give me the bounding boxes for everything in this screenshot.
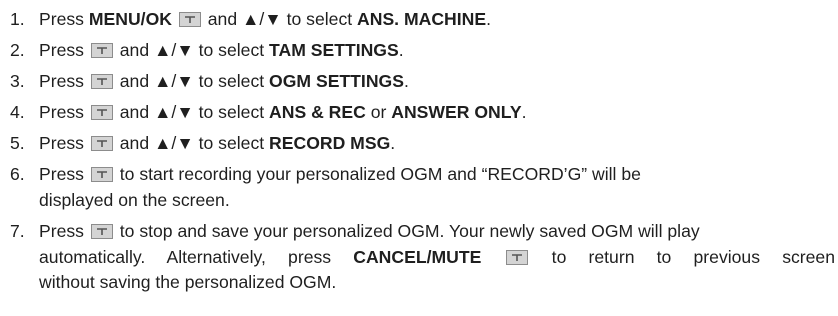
step-number: 6. bbox=[10, 164, 25, 184]
menu-key-icon bbox=[90, 224, 113, 239]
menu-key-icon bbox=[178, 12, 201, 27]
step-text: Press and ▲/▼ to select OGM SETTINGS. bbox=[39, 71, 409, 91]
step-number: 2. bbox=[10, 40, 25, 60]
step-text: Press and ▲/▼ to select TAM SETTINGS. bbox=[39, 40, 404, 60]
menu-option: ANSWER ONLY bbox=[391, 102, 522, 122]
step-text-line-3: without saving the personalized OGM. bbox=[39, 272, 337, 292]
cancel-key-icon bbox=[505, 249, 528, 265]
menu-option: OGM SETTINGS bbox=[269, 71, 404, 91]
step-text-line-1: Press to start recording your personaliz… bbox=[39, 164, 641, 184]
up-down-arrows-icon: ▲/▼ bbox=[154, 133, 194, 153]
up-down-arrows-icon: ▲/▼ bbox=[154, 71, 194, 91]
menu-key-icon bbox=[90, 136, 113, 151]
step-number: 5. bbox=[10, 133, 25, 153]
step-number: 3. bbox=[10, 71, 25, 91]
step-text-line-2: automatically. Alternatively, press CANC… bbox=[39, 246, 836, 267]
menu-key-icon bbox=[90, 167, 113, 182]
menu-option: RECORD MSG bbox=[269, 133, 391, 153]
step-text: Press and ▲/▼ to select RECORD MSG. bbox=[39, 133, 396, 153]
key-name: CANCEL/MUTE bbox=[353, 246, 482, 267]
step-text-line-1: Press to stop and save your personalized… bbox=[39, 221, 700, 241]
up-down-arrows-icon: ▲/▼ bbox=[154, 102, 194, 122]
instruction-list: 1. Press MENU/OK and ▲/▼ to select ANS. … bbox=[0, 0, 838, 316]
step-text-line-2: displayed on the screen. bbox=[39, 189, 230, 210]
menu-key-icon bbox=[90, 105, 113, 120]
menu-key-icon bbox=[90, 43, 113, 58]
up-down-arrows-icon: ▲/▼ bbox=[154, 40, 194, 60]
menu-key-icon bbox=[90, 74, 113, 89]
step-text: Press and ▲/▼ to select ANS & REC or ANS… bbox=[39, 102, 527, 122]
step-number: 1. bbox=[10, 9, 25, 29]
menu-option: ANS. MACHINE bbox=[357, 9, 487, 29]
menu-option: ANS & REC bbox=[269, 102, 366, 122]
key-name: MENU/OK bbox=[88, 9, 172, 29]
up-down-arrows-icon: ▲/▼ bbox=[242, 9, 282, 29]
menu-option: TAM SETTINGS bbox=[269, 40, 399, 60]
step-number: 7. bbox=[10, 221, 25, 241]
step-number: 4. bbox=[10, 102, 25, 122]
step-text: Press MENU/OK and ▲/▼ to select ANS. MAC… bbox=[39, 9, 491, 29]
